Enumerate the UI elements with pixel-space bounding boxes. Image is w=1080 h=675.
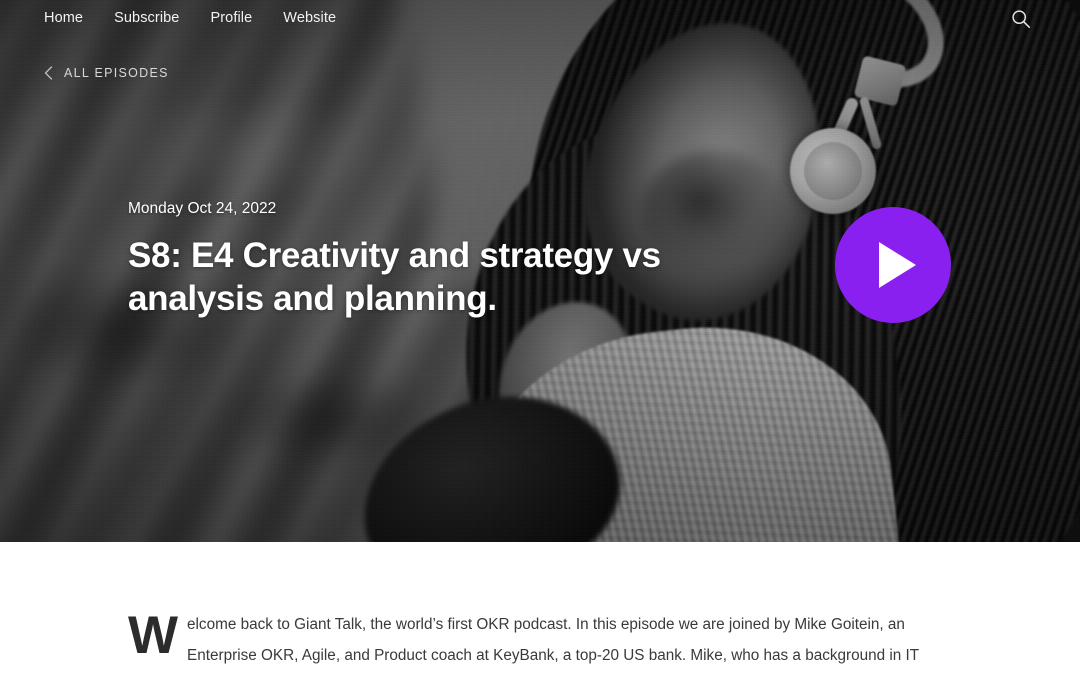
episode-title: S8: E4 Creativity and strategy vs analys…	[128, 235, 661, 318]
back-link-label: ALL EPISODES	[64, 65, 169, 80]
nav-link-website[interactable]: Website	[283, 11, 336, 26]
play-icon	[879, 242, 916, 288]
episode-page: Home Subscribe Profile Website ALL EPISO…	[0, 0, 1080, 675]
article-paragraph: Welcome back to Giant Talk, the world’s …	[128, 606, 919, 665]
back-to-all-episodes-link[interactable]: ALL EPISODES	[44, 66, 169, 80]
nav-link-home[interactable]: Home	[44, 11, 83, 26]
episode-date: Monday Oct 24, 2022	[128, 200, 277, 217]
nav-link-subscribe[interactable]: Subscribe	[114, 11, 179, 26]
play-button[interactable]	[835, 207, 951, 323]
article-body: Welcome back to Giant Talk, the world’s …	[128, 606, 952, 675]
hero-section: Home Subscribe Profile Website ALL EPISO…	[0, 0, 1080, 542]
top-navigation-bar: Home Subscribe Profile Website	[0, 0, 1080, 36]
article-section: Welcome back to Giant Talk, the world’s …	[0, 542, 1080, 675]
search-icon[interactable]	[1010, 8, 1032, 30]
nav-links-group: Home Subscribe Profile Website	[44, 11, 336, 26]
chevron-left-icon	[44, 66, 53, 80]
nav-link-profile[interactable]: Profile	[210, 11, 252, 26]
hero-text-block: Monday Oct 24, 2022 S8: E4 Creativity an…	[128, 200, 688, 320]
